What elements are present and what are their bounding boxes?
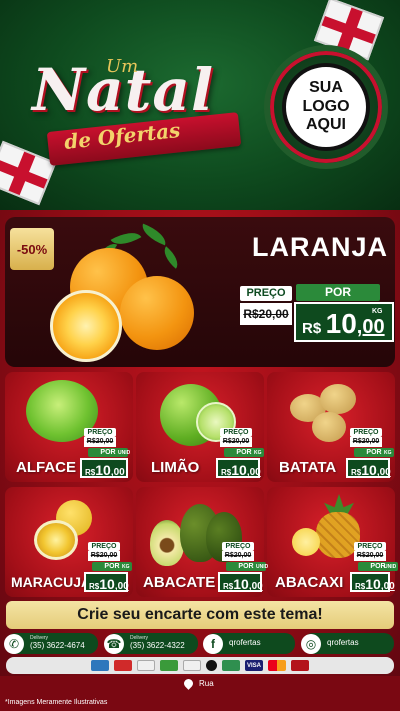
preco-label: PREÇO (84, 428, 116, 437)
unit: UNID (384, 564, 397, 570)
unit: KG (372, 308, 383, 315)
card-icon (183, 660, 201, 671)
discount-badge: -50% (10, 228, 54, 270)
preco-label: PREÇO (222, 542, 254, 551)
phone-icon: ☎ (104, 633, 124, 654)
unit: KG (122, 564, 130, 570)
preco-label: PREÇO (220, 428, 252, 437)
cta-banner[interactable]: Crie seu encarte com este tema! (6, 601, 394, 629)
new-price: R$10,00 (80, 458, 128, 478)
card-icon (160, 660, 178, 671)
location-text: Rua (199, 679, 214, 688)
new-price: R$10,00 (84, 572, 129, 592)
preco-label: PREÇO (88, 542, 120, 551)
price-int: 10 (325, 308, 357, 339)
amex-icon (91, 660, 109, 671)
preco-label: PREÇO (240, 286, 292, 301)
preco-label: PREÇO (354, 542, 386, 551)
visa-icon: VISA (245, 660, 263, 671)
old-price: R$20,00 (88, 551, 120, 561)
whatsapp-icon: ✆ (4, 633, 24, 654)
facebook-icon: f (203, 633, 223, 654)
instagram-icon: ◎ (301, 633, 321, 654)
payment-methods: VISA (6, 657, 394, 674)
card-icon (137, 660, 155, 671)
hipercard-icon (291, 660, 309, 671)
old-price: R$20,00 (240, 303, 292, 325)
mastercard-icon (268, 660, 286, 671)
por-label: POR (296, 284, 380, 301)
contact-label: Delivery (130, 635, 149, 642)
product-name: ALFACE (16, 459, 76, 476)
whatsapp-contact[interactable]: ✆ Delivery (35) 3622-4674 (4, 633, 98, 654)
old-price: R$20,00 (220, 437, 252, 447)
new-price: R$10,00 (218, 572, 263, 592)
product-name: MARACUJÁ (11, 574, 92, 590)
old-price: R$20,00 (222, 551, 254, 561)
facebook-contact[interactable]: f qrofertas (203, 633, 295, 654)
new-price: R$10,00 (346, 458, 391, 478)
unit: UNID (256, 564, 269, 570)
card-icon (222, 660, 240, 671)
store-logo-placeholder[interactable]: SUA LOGO AQUI (282, 63, 370, 151)
instagram-handle: qrofertas (327, 638, 359, 648)
disclaimer: *Imagens Meramente Ilustrativas (5, 699, 108, 706)
contact-label: Delivery (30, 635, 49, 642)
location: Rua (182, 677, 214, 690)
product-name: ABACAXI (275, 574, 344, 591)
unit: KG (384, 450, 392, 456)
old-price: R$20,00 (354, 551, 386, 561)
currency: R$ (302, 320, 322, 337)
title-logo: Natal Um de Ofertas (22, 48, 272, 168)
unit: KG (254, 450, 262, 456)
product-name: ABACATE (143, 574, 216, 591)
price-cents: ,00 (356, 316, 385, 338)
new-price: R$10,00 (350, 572, 395, 592)
product-name: BATATA (279, 459, 337, 476)
featured-product-name: LARANJA (252, 232, 389, 262)
old-price: R$20,00 (350, 437, 382, 447)
title-um: Um (106, 56, 139, 77)
old-price: R$20,00 (84, 437, 116, 447)
unit: UNID (118, 450, 131, 456)
card-icon (114, 660, 132, 671)
contact-phone: (35) 3622-4322 (130, 640, 185, 650)
logo-text: SUA LOGO AQUI (302, 79, 350, 134)
new-price: R$10,00 (216, 458, 261, 478)
header-banner: Natal Um de Ofertas SUA LOGO AQUI (0, 0, 400, 210)
phone-contact[interactable]: ☎ Delivery (35) 3622-4322 (104, 633, 198, 654)
location-pin-icon (182, 677, 195, 690)
facebook-handle: qrofertas (229, 638, 261, 648)
contact-phone: (35) 3622-4674 (30, 640, 85, 650)
elo-icon (206, 660, 217, 671)
preco-label: PREÇO (350, 428, 382, 437)
instagram-contact[interactable]: ◎ qrofertas (301, 633, 394, 654)
product-name: LIMÃO (151, 459, 200, 476)
